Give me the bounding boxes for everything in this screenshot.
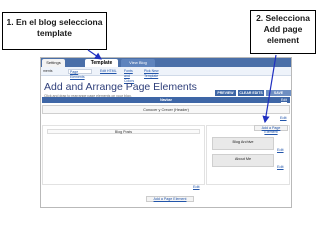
about-me-edit-link[interactable]: Edit <box>277 165 284 170</box>
callout-add-page-element: 2. Selecciona Add page element <box>250 10 316 54</box>
clear-edits-button[interactable]: CLEAR EDITS <box>238 90 264 96</box>
main-tab-bar: Settings Template View Blog <box>41 58 291 67</box>
tab-settings[interactable]: Settings <box>42 59 65 67</box>
header-edit-link[interactable]: Edit <box>280 116 287 121</box>
sidebar-add-page-element-link[interactable]: Add a Page Element <box>254 125 288 134</box>
navbar-element: Navbar Edit <box>42 97 290 103</box>
header-label: Conocer y Crecer (Header) <box>143 108 189 112</box>
subnav-fonts-colors[interactable]: Fonts and Colors <box>123 69 140 83</box>
navbar-edit-link[interactable]: Edit <box>281 97 287 103</box>
blog-archive-label: Blog Archive <box>232 140 254 144</box>
subnav-edit-html[interactable]: Edit HTML <box>99 69 121 74</box>
preview-button[interactable]: PREVIEW <box>215 90 236 96</box>
blog-archive-edit-link[interactable]: Edit <box>277 148 284 153</box>
subnav-pick-template[interactable]: Pick New Template <box>143 69 173 78</box>
about-me-widget[interactable]: About Me <box>212 154 274 167</box>
navbar-label: Navbar <box>160 98 172 102</box>
blog-archive-widget[interactable]: Blog Archive <box>212 137 274 150</box>
about-me-label: About Me <box>234 157 252 161</box>
save-button[interactable]: SAVE <box>266 90 291 96</box>
subnav-page-elements[interactable]: Page Elements <box>68 69 92 79</box>
blog-posts-element: Blog Posts <box>47 129 200 134</box>
blog-posts-edit-link[interactable]: Edit <box>193 185 200 190</box>
header-element: Conocer y Crecer (Header) <box>42 105 290 114</box>
subnav-lead-text: ments <box>43 69 53 73</box>
tab-view-blog[interactable]: View Blog <box>121 59 155 67</box>
tab-template[interactable]: Template <box>85 59 118 67</box>
footer-add-page-element-link[interactable]: Add a Page Element <box>146 196 194 202</box>
blog-posts-label: Blog Posts <box>114 130 133 134</box>
callout-select-template: 1. En el blog selecciona template <box>2 12 107 50</box>
blogger-layout-screenshot: Settings Template View Blog ments Page E… <box>40 57 292 208</box>
page-title: Add and Arrange Page Elements <box>44 81 197 93</box>
template-subnav: ments Page Elements Edit HTML Fonts and … <box>41 67 291 83</box>
